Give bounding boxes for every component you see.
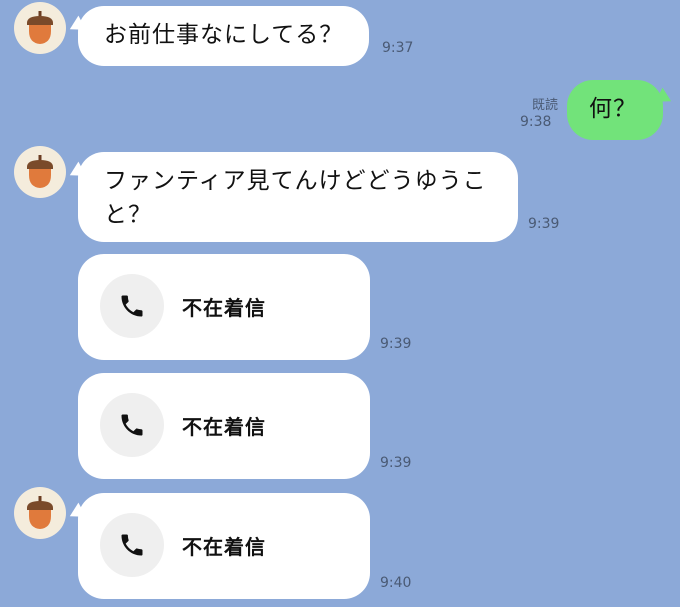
message-bubble[interactable]: お前仕事なにしてる？ xyxy=(78,6,370,66)
message-time: 9:39 xyxy=(380,336,412,352)
acorn-icon xyxy=(27,155,53,188)
message-bubble-outgoing[interactable]: 何？ xyxy=(567,80,663,140)
message-text: 何？ xyxy=(589,96,637,122)
phone-icon-circle xyxy=(100,274,164,338)
message-time: 9:37 xyxy=(382,40,414,56)
call-label: 不在着信 xyxy=(182,296,266,320)
acorn-icon xyxy=(27,11,53,44)
avatar[interactable] xyxy=(14,2,66,54)
call-label: 不在着信 xyxy=(182,535,266,559)
acorn-icon xyxy=(27,496,53,529)
phone-icon xyxy=(121,414,143,436)
avatar[interactable] xyxy=(14,487,66,539)
message-time: 9:40 xyxy=(380,575,412,591)
message-bubble[interactable]: ファンティア見てんけどどうゆうこと？ xyxy=(78,152,518,242)
missed-call-bubble[interactable]: 不在着信 xyxy=(78,493,370,599)
phone-icon-circle xyxy=(100,513,164,577)
phone-icon-circle xyxy=(100,393,164,457)
message-time: 9:38 xyxy=(520,114,552,130)
message-text: お前仕事なにしてる？ xyxy=(104,22,344,48)
avatar[interactable] xyxy=(14,146,66,198)
message-text: ファンティア見てんけどどうゆうこと？ xyxy=(104,168,487,228)
phone-icon xyxy=(121,534,143,556)
missed-call-bubble[interactable]: 不在着信 xyxy=(78,254,370,360)
message-time: 9:39 xyxy=(380,455,412,471)
phone-icon xyxy=(121,295,143,317)
call-label: 不在着信 xyxy=(182,415,266,439)
message-time: 9:39 xyxy=(528,216,560,232)
read-receipt: 既読 xyxy=(531,98,558,113)
missed-call-bubble[interactable]: 不在着信 xyxy=(78,373,370,479)
